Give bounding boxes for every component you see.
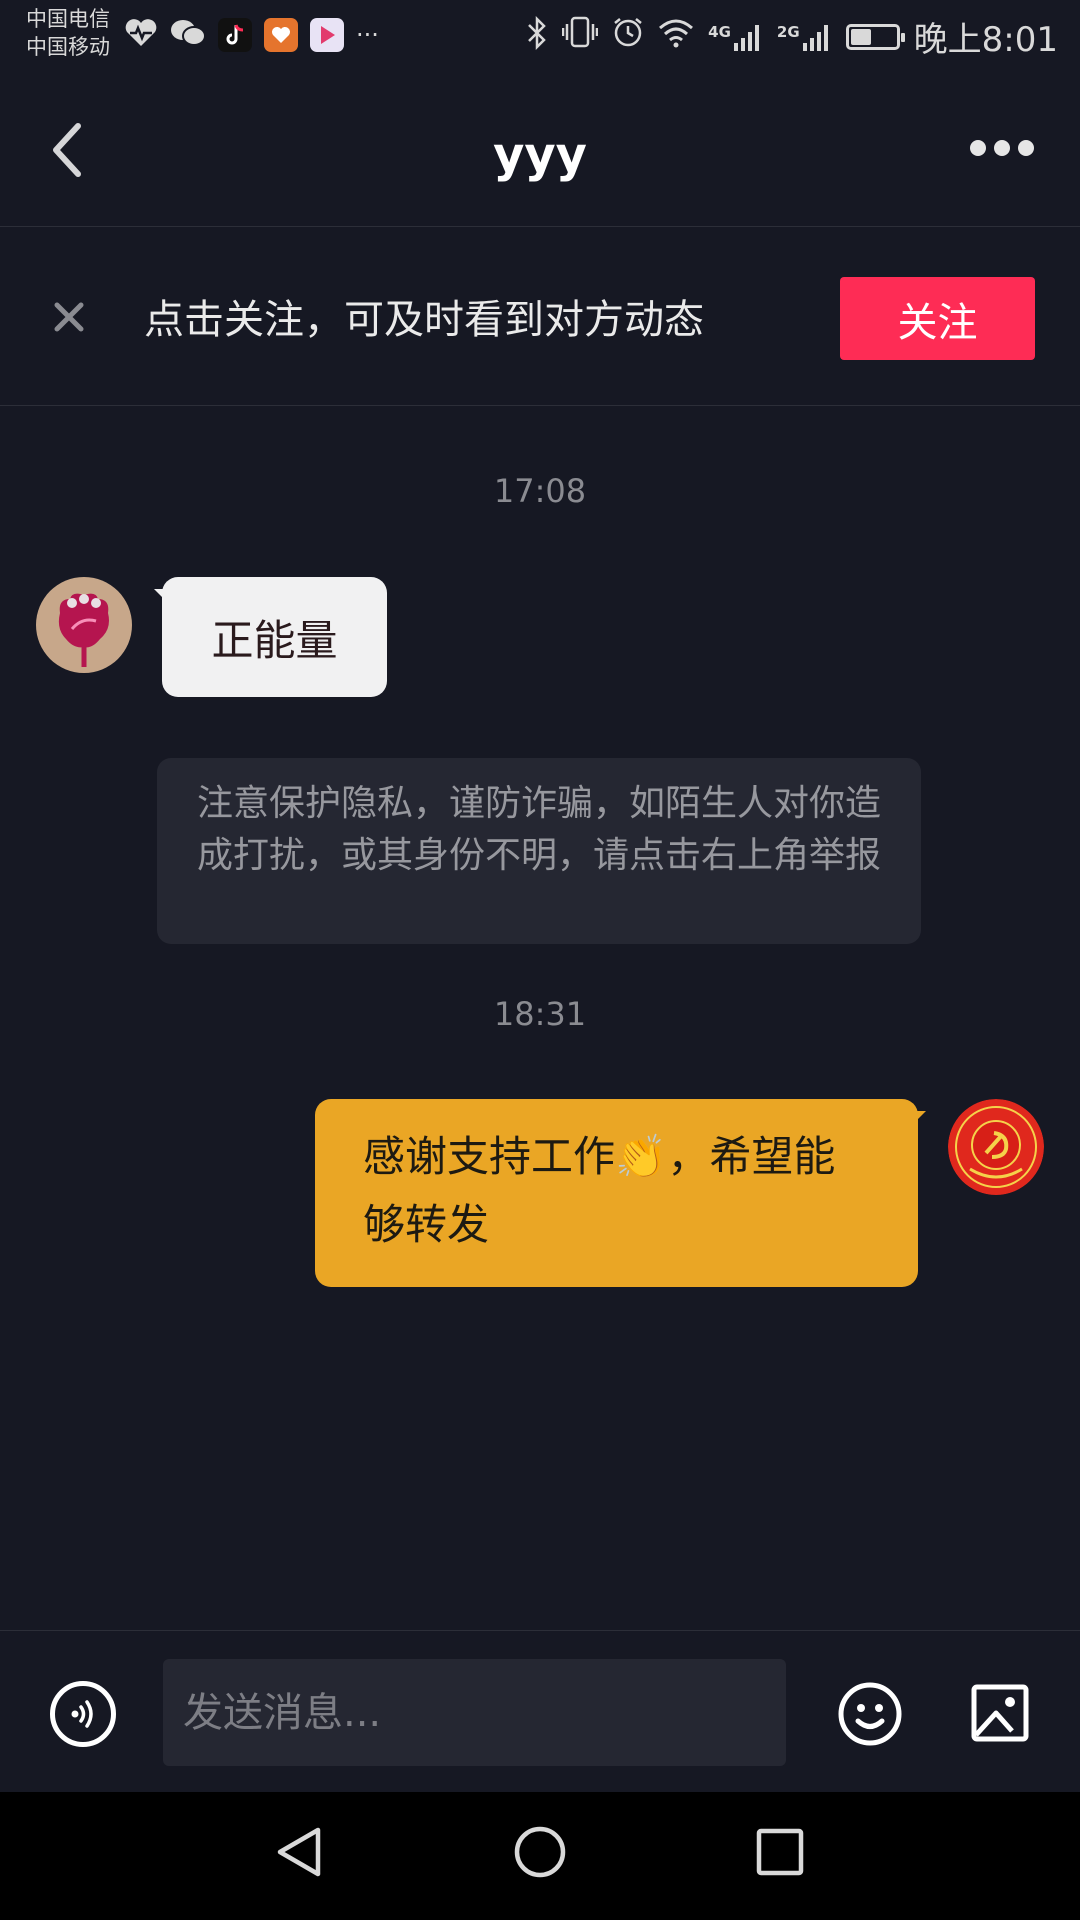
system-status: 4G 2G 晚上8:01 [526,12,1058,61]
clock: 晚上8:01 [913,20,1058,60]
battery-level [850,28,871,45]
more-dot [994,140,1010,156]
carrier-name-2: 中国移动 [26,35,110,59]
bluetooth-icon [526,15,548,57]
tiktok-icon [218,18,252,52]
network-type-1: 4G [708,22,731,41]
network-type-2: 2G [776,22,800,41]
privacy-notice: 注意保护隐私，谨防诈骗，如陌生人对你造成打扰，或其身份不明，请点击右上角举报 [157,758,921,944]
alarm-icon [612,16,644,57]
video-app-icon [310,18,344,52]
wifi-icon [658,17,694,57]
wechat-icon [170,18,206,52]
nav-home-icon [514,1826,566,1878]
privacy-notice-text: 注意保护隐私，谨防诈骗，如陌生人对你造成打扰，或其身份不明，请点击右上角举报 [196,783,881,876]
clapping-hands-emoji: 👏 [615,1132,668,1181]
outgoing-message-text: 感谢支持工作 [363,1132,616,1181]
emblem-avatar-image [948,1099,1044,1195]
health-app-icon [264,18,298,52]
contact-avatar[interactable] [36,577,132,673]
signal-2-icon: 2G [777,23,832,51]
nav-recents-icon [756,1828,804,1876]
message-input[interactable] [163,1659,786,1766]
nav-back-icon [277,1827,321,1877]
incoming-message-bubble[interactable]: 正能量 [154,577,387,697]
more-options-button[interactable] [970,140,1034,156]
nav-back-button[interactable] [270,1822,330,1886]
my-avatar[interactable] [948,1099,1044,1195]
status-bar: 中国电信 中国移动 ··· 4G 2G 晚上8:01 [0,0,1080,75]
timestamp: 17:08 [493,472,587,510]
timestamp: 18:31 [493,995,587,1033]
carrier-name-1: 中国电信 [26,7,110,31]
close-banner-button[interactable] [52,294,86,346]
system-nav-bar [0,1792,1080,1920]
emoji-icon [838,1682,902,1746]
more-horizontal-icon [970,140,986,156]
image-button[interactable] [970,1683,1030,1743]
emoji-button[interactable] [837,1681,903,1747]
incoming-message-text: 正能量 [211,615,338,665]
battery-icon [845,23,905,50]
image-icon [971,1684,1029,1742]
avatar-image [36,577,132,673]
voice-icon [71,1700,93,1728]
more-dot [1018,140,1034,156]
page-title: yyy [493,127,587,183]
signal-1-icon: 4G [708,23,763,51]
close-icon [54,302,84,332]
notification-icons: ··· [124,18,379,52]
heart-rate-icon [124,18,158,52]
follow-button[interactable]: 关注 [840,277,1035,360]
vibrate-icon [561,15,599,58]
nav-recents-button[interactable] [750,1822,810,1886]
more-notifications-icon: ··· [356,21,379,49]
follow-prompt-text: 点击关注，可及时看到对方动态 [144,297,704,343]
nav-home-button[interactable] [510,1822,570,1886]
outgoing-message-bubble[interactable]: 感谢支持工作👏，希望能够转发 [315,1099,926,1287]
voice-button[interactable] [50,1681,116,1747]
